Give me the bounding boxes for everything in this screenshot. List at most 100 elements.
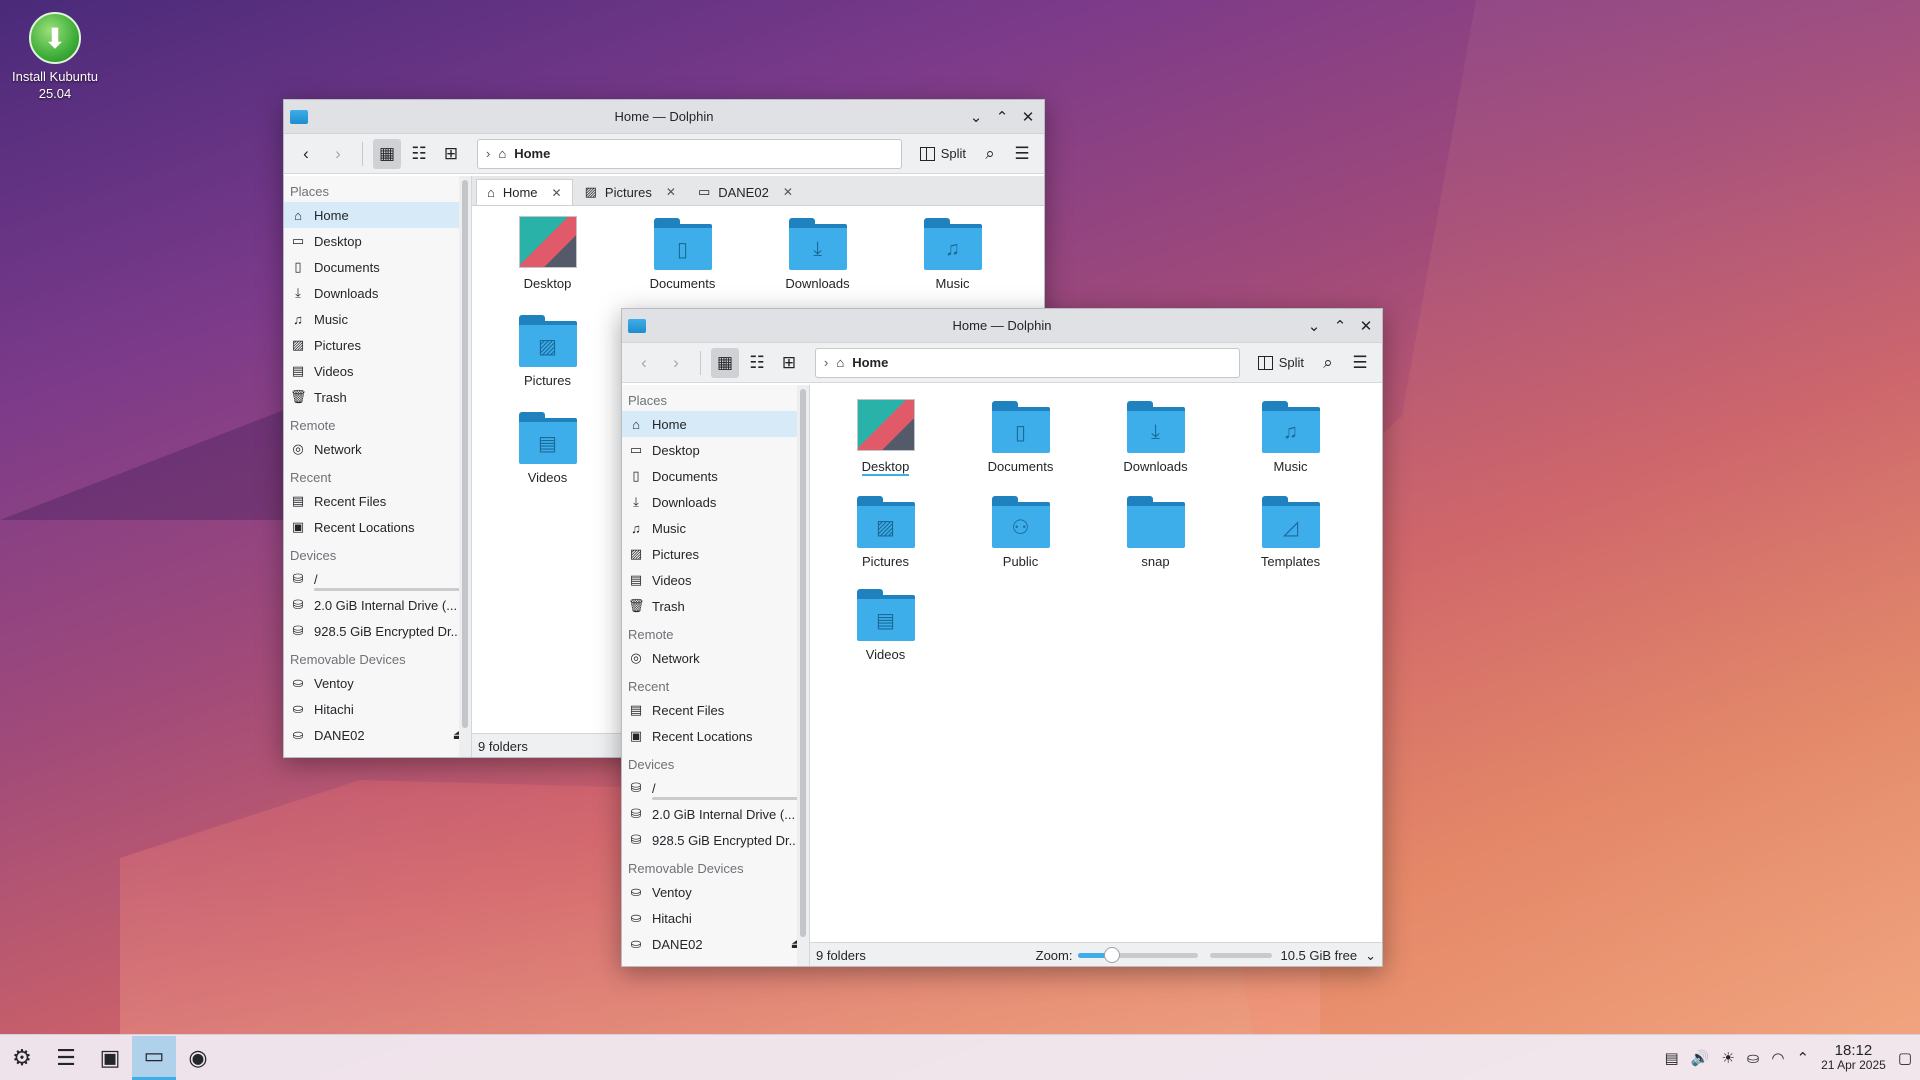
back-button[interactable]: ‹ (292, 139, 320, 169)
file-view[interactable]: Desktop ▯ Documents ⤓ Downloads ♫ Music ▨ Pi… (810, 385, 1382, 966)
sidebar-item-home[interactable]: ⌂ Home (622, 411, 809, 437)
discover-icon[interactable]: ▣ (88, 1036, 132, 1080)
sidebar-item-network[interactable]: ◎ Network (284, 436, 471, 462)
file-item[interactable]: ▯ Documents (953, 399, 1088, 476)
clock[interactable]: 18:12 21 Apr 2025 (1821, 1043, 1886, 1073)
location-bar[interactable]: › ⌂ Home (477, 138, 902, 169)
sidebar-item-documents[interactable]: ▯ Documents (284, 254, 471, 280)
minimize-icon[interactable]: ⌄ (966, 107, 986, 127)
titlebar[interactable]: Home — Dolphin ⌄ ⌃ ✕ (284, 100, 1044, 134)
forward-button[interactable]: › (662, 348, 690, 378)
dolphin-task-icon[interactable]: ▭ (132, 1035, 176, 1080)
file-item[interactable]: ▨ Pictures (818, 494, 953, 569)
compact-view-button[interactable]: ☷ (405, 139, 433, 169)
file-item[interactable]: ▤ Videos (480, 410, 615, 485)
tab-dane02[interactable]: ▭ DANE02 ✕ (688, 179, 803, 205)
sidebar-item-ventoy[interactable]: ⛀ Ventoy (284, 670, 471, 696)
sidebar-item-downloads[interactable]: ⤓ Downloads (622, 489, 809, 515)
file-item[interactable]: ◿ Templates (1223, 494, 1358, 569)
file-item[interactable]: ⤓ Downloads (750, 216, 885, 291)
sidebar-item-encrypted-drive[interactable]: ⛁ 928.5 GiB Encrypted Dr... (622, 827, 809, 853)
sidebar-item-encrypted-drive[interactable]: ⛁ 928.5 GiB Encrypted Dr... (284, 618, 471, 644)
volume-icon[interactable]: 🔊 (1691, 1049, 1710, 1067)
free-space-indicator[interactable]: 10.5 GiB free ⌄ (1210, 948, 1376, 964)
file-item[interactable]: ▤ Videos (818, 587, 953, 662)
close-tab-icon[interactable]: ✕ (783, 185, 793, 199)
sidebar-item-music[interactable]: ♫ Music (622, 515, 809, 541)
sidebar-item-trash[interactable]: 🗑 Trash (622, 593, 809, 619)
sidebar-item-desktop[interactable]: ▭ Desktop (622, 437, 809, 463)
sidebar-item-videos[interactable]: ▤ Videos (284, 358, 471, 384)
sidebar-item-recent-files[interactable]: ▤ Recent Files (284, 488, 471, 514)
file-item[interactable]: ▯ Documents (615, 216, 750, 291)
tray-expand-icon[interactable]: ⌃ (1797, 1049, 1810, 1067)
file-item[interactable]: ⤓ Downloads (1088, 399, 1223, 476)
search-icon[interactable]: ⌕ (1314, 348, 1342, 378)
close-tab-icon[interactable]: ✕ (666, 185, 676, 199)
back-button[interactable]: ‹ (630, 348, 658, 378)
sidebar-item-recent-locations[interactable]: ▣ Recent Locations (622, 723, 809, 749)
sidebar-item-internal-drive[interactable]: ⛁ 2.0 GiB Internal Drive (... (622, 801, 809, 827)
search-icon[interactable]: ⌕ (976, 139, 1004, 169)
split-button[interactable]: Split (1252, 348, 1310, 378)
file-item[interactable]: Desktop (818, 399, 953, 476)
sidebar-scrollbar[interactable] (459, 176, 471, 757)
icons-view-button[interactable]: ▦ (711, 347, 739, 378)
file-item[interactable]: ⚇ Public (953, 494, 1088, 569)
details-view-button[interactable]: ⊞ (437, 139, 465, 169)
sidebar-item-internal-drive[interactable]: ⛁ 2.0 GiB Internal Drive (... (284, 592, 471, 618)
file-item[interactable]: snap (1088, 494, 1223, 569)
desktop-icon-install-kubuntu[interactable]: Install Kubuntu 25.04 (8, 12, 102, 102)
sidebar-scrollbar[interactable] (797, 385, 809, 966)
sidebar-item-dane02[interactable]: ⛀DANE02⏏ (622, 931, 809, 957)
usb-icon[interactable]: ⛀ (1747, 1049, 1760, 1067)
tab-pictures[interactable]: ▨ Pictures ✕ (575, 179, 686, 205)
sidebar-item-downloads[interactable]: ⤓ Downloads (284, 280, 471, 306)
forward-button[interactable]: › (324, 139, 352, 169)
clipboard-icon[interactable]: ▤ (1665, 1049, 1679, 1067)
icons-view-button[interactable]: ▦ (373, 138, 401, 169)
sidebar-item-root[interactable]: ⛁ / (284, 566, 471, 592)
zoom-slider-handle[interactable] (1104, 947, 1121, 963)
tab-home[interactable]: ⌂ Home ✕ (476, 179, 573, 205)
sidebar-item-trash[interactable]: 🗑 Trash (284, 384, 471, 410)
close-icon[interactable]: ✕ (1356, 316, 1376, 336)
hamburger-menu-icon[interactable]: ☰ (1346, 348, 1374, 378)
minimize-icon[interactable]: ⌄ (1304, 316, 1324, 336)
hamburger-menu-icon[interactable]: ☰ (1008, 139, 1036, 169)
sidebar-item-hitachi[interactable]: ⛀ Hitachi (622, 905, 809, 931)
sidebar-item-recent-files[interactable]: ▤ Recent Files (622, 697, 809, 723)
dolphin-window-front[interactable]: Home — Dolphin ⌄ ⌃ ✕ ‹ › ▦ ☷ ⊞ › ⌂ Home … (621, 308, 1383, 967)
sidebar-item-documents[interactable]: ▯ Documents (622, 463, 809, 489)
sidebar-item-videos[interactable]: ▤ Videos (622, 567, 809, 593)
sidebar-item-network[interactable]: ◎ Network (622, 645, 809, 671)
sidebar-item-home[interactable]: ⌂ Home (284, 202, 471, 228)
location-bar[interactable]: › ⌂ Home (815, 347, 1240, 378)
sidebar-item-music[interactable]: ♫ Music (284, 306, 471, 332)
file-item[interactable]: ▨ Pictures (480, 313, 615, 388)
split-button[interactable]: Split (914, 139, 972, 169)
details-view-button[interactable]: ⊞ (775, 348, 803, 378)
close-tab-icon[interactable]: ✕ (552, 186, 562, 200)
location-home[interactable]: Home (852, 355, 888, 370)
file-item[interactable]: ♫ Music (885, 216, 1020, 291)
wifi-icon[interactable]: ◠ (1771, 1049, 1784, 1067)
sidebar-item-ventoy[interactable]: ⛀ Ventoy (622, 879, 809, 905)
brightness-icon[interactable]: ☀ (1721, 1049, 1734, 1067)
compact-view-button[interactable]: ☷ (743, 348, 771, 378)
sidebar-item-pictures[interactable]: ▨ Pictures (622, 541, 809, 567)
maximize-icon[interactable]: ⌃ (1330, 316, 1350, 336)
sidebar-item-dane02[interactable]: ⛀DANE02⏏ (284, 722, 471, 748)
sidebar-item-root[interactable]: ⛁ / (622, 775, 809, 801)
firefox-icon[interactable]: ◉ (176, 1036, 220, 1080)
file-item[interactable]: ♫ Music (1223, 399, 1358, 476)
file-item[interactable]: Desktop (480, 216, 615, 291)
sidebar-item-pictures[interactable]: ▨ Pictures (284, 332, 471, 358)
show-desktop-icon[interactable]: ▢ (1898, 1049, 1912, 1067)
close-icon[interactable]: ✕ (1018, 107, 1038, 127)
sidebar-item-hitachi[interactable]: ⛀ Hitachi (284, 696, 471, 722)
sidebar-item-recent-locations[interactable]: ▣ Recent Locations (284, 514, 471, 540)
zoom-slider[interactable] (1078, 947, 1199, 963)
system-settings-icon[interactable]: ☰ (44, 1036, 88, 1080)
location-home[interactable]: Home (514, 146, 550, 161)
